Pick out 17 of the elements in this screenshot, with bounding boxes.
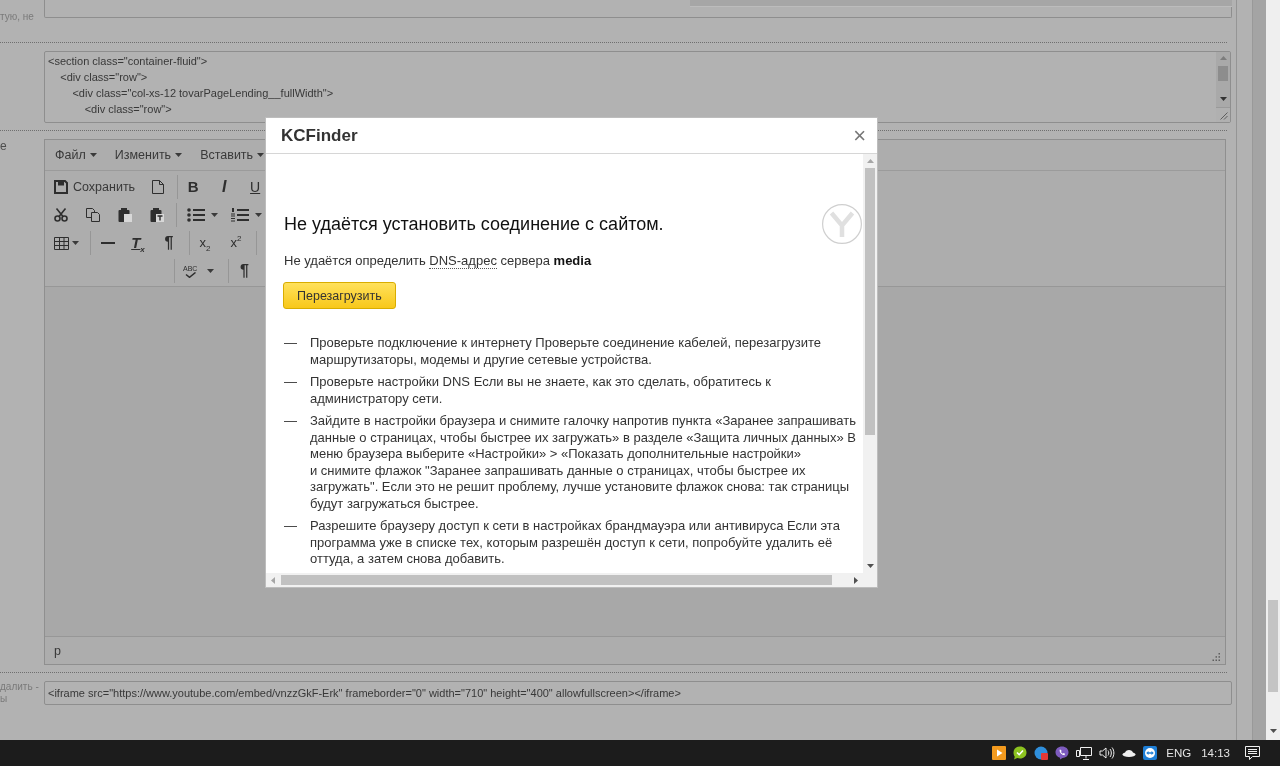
- list-marker: —: [284, 518, 297, 535]
- field-label: е: [0, 139, 7, 153]
- dialog-title: KCFinder: [281, 125, 358, 146]
- tip-text: Проверьте настройки DNS Если вы не знаете, как это сделать, обратитесь к администратору сети.: [310, 374, 772, 407]
- tip-text: Проверьте подключение к интернету Проверьте соединение кабелей, перезагрузите маршрутизаторы, модемы и другие сетевые устройства.: [310, 335, 822, 368]
- code-line: <div class="row">: [83, 102, 173, 117]
- tip-text: Зайдите в настройки браузера и снимите галочку напротив пункта «Заранее запрашивать данные о страницах, чтобы быстрее их загружать» в разделе «Защита личных данных» В меню браузера выберите «Настройки» > «Показать дополнительные настройки» и снимите флажок "Заранее запрашивать данные о страницах, чтобы быстрее их загружать". Если это не решит проблему, лучше установите флажок снова: так страницы будут загружаться быстрее.: [310, 413, 858, 512]
- error-heading: Не удаётся установить соединение с сайтом.: [284, 213, 664, 235]
- field-label: далить -: [0, 681, 39, 693]
- list-marker: —: [284, 374, 297, 391]
- tip-text: Разрешите браузеру доступ к сети в настройках брандмауэра или антивируса Если эта программа уже в списке тех, которым разрешён доступ к сети, попробуйте удалить её оттуда, а затем снова добавить.: [310, 518, 841, 568]
- code-line: <section class="container-fluid">: [48, 54, 209, 69]
- list-marker: —: [284, 335, 297, 352]
- list-marker: —: [284, 413, 297, 430]
- error-message: Не удаётся определить DNS-адрес сервера media: [284, 253, 593, 269]
- code-line: <div class="col-xs-12 tovarPageLending__fullWidth">: [71, 86, 335, 101]
- code-line: <div class="row">: [59, 70, 149, 85]
